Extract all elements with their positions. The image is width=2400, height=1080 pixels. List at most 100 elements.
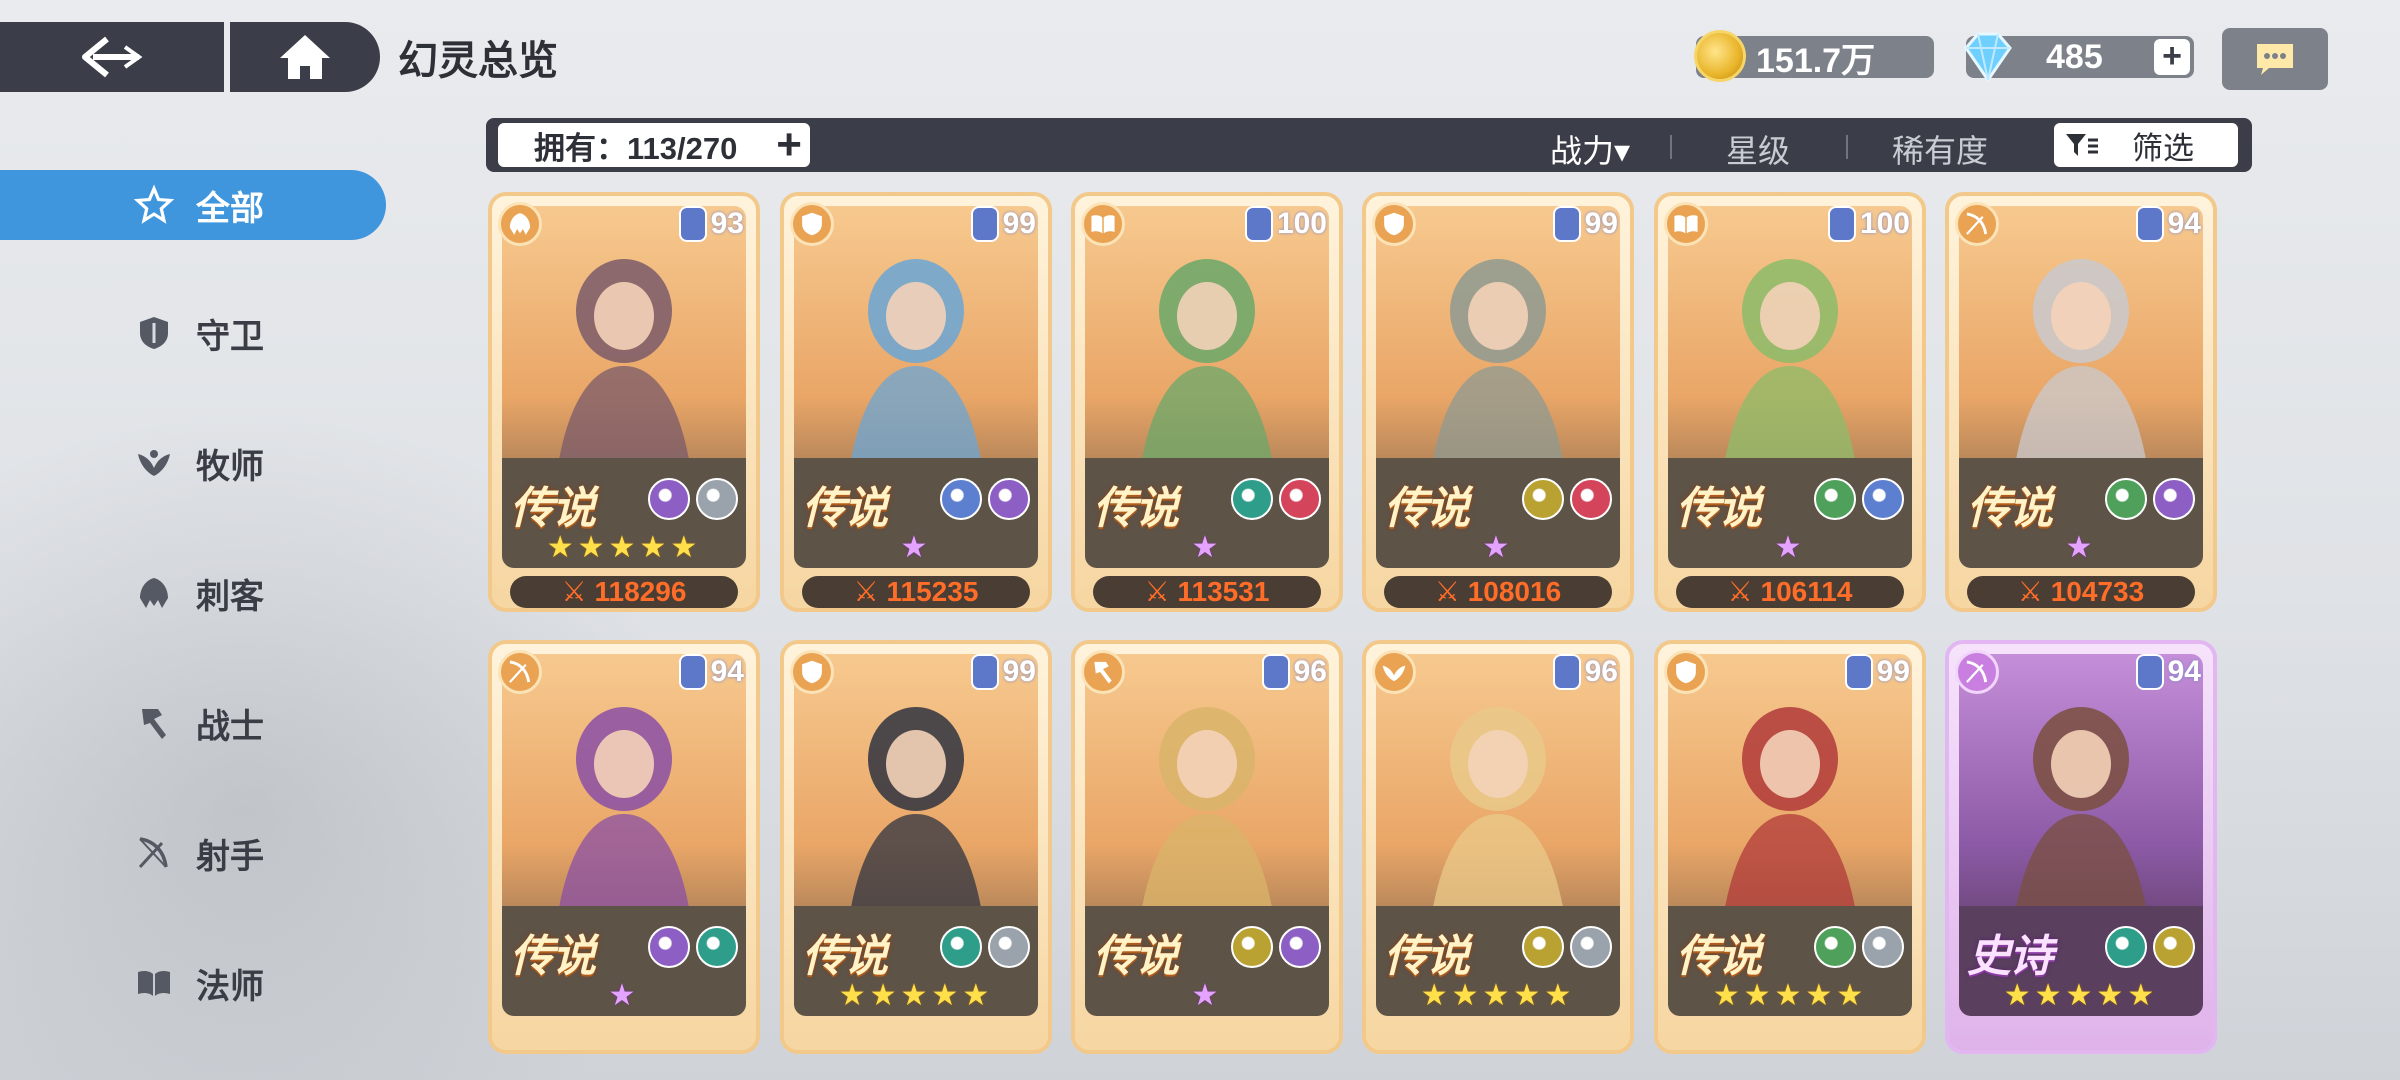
crossed-swords-icon: ⚔ [1144, 576, 1178, 607]
level-badge-icon [1261, 654, 1290, 690]
gem-icon [1964, 32, 2012, 83]
crossed-swords-icon: ⚔ [561, 576, 595, 607]
shield-icon [134, 313, 174, 353]
chat-button[interactable] [2222, 28, 2328, 90]
element-icon [1231, 478, 1273, 520]
character-card[interactable]: 99 传说 ★★★★★ [1654, 640, 1926, 1054]
element-icons [648, 926, 738, 968]
level-display: 96 [1552, 654, 1618, 690]
rarity-label: 传说 [1384, 484, 1470, 533]
character-card[interactable]: 99 传说 ★★★★★ [780, 640, 1052, 1054]
priest-icon [134, 443, 174, 483]
back-button[interactable] [0, 22, 224, 92]
archer-icon [498, 650, 542, 694]
add-slots-icon[interactable]: + [776, 123, 802, 167]
sidebar-item-label: 法师 [196, 967, 264, 1006]
rarity-label: 史诗 [1967, 932, 2053, 981]
sidebar-item-all[interactable]: 全部 [0, 170, 386, 240]
owned-count: 拥有：113/270 [534, 130, 738, 166]
shield-icon [790, 650, 834, 694]
level-display: 100 [1827, 206, 1910, 242]
level-value: 100 [1859, 207, 1910, 240]
archer-icon [1955, 202, 1999, 246]
divider [1670, 135, 1672, 159]
level-display: 100 [1244, 206, 1327, 242]
archer-icon [134, 833, 174, 873]
back-arrow-icon [82, 36, 143, 78]
character-card[interactable]: 96 传说 ★ [1071, 640, 1343, 1054]
sidebar-item-archer[interactable]: 射手 [0, 818, 386, 888]
character-card[interactable]: 93 传说 ★★★★★ ⚔ 118296 [488, 192, 760, 612]
sidebar-item-priest[interactable]: 牧师 [0, 428, 386, 498]
character-card[interactable]: 99 传说 ★ ⚔ 108016 [1362, 192, 1634, 612]
character-card[interactable]: 100 传说 ★ ⚔ 113531 [1071, 192, 1343, 612]
crossed-swords-icon: ⚔ [853, 576, 887, 607]
element-icons [1522, 478, 1612, 520]
home-icon [280, 35, 330, 79]
element-icons [940, 478, 1030, 520]
level-display: 99 [970, 206, 1036, 242]
star-rating: ★ [900, 531, 932, 564]
character-card[interactable]: 94 史诗 ★★★★★ [1945, 640, 2217, 1054]
rarity-label: 传说 [1676, 932, 1762, 981]
element-icon [2105, 926, 2147, 968]
sidebar-item-mage[interactable]: 法师 [0, 948, 386, 1018]
element-icon [696, 926, 738, 968]
element-icon [940, 926, 982, 968]
star-rating: ★ [1482, 531, 1514, 564]
level-badge-icon [970, 654, 999, 690]
filter-button[interactable]: 筛选 [2054, 123, 2238, 167]
rarity-label: 传说 [802, 484, 888, 533]
level-display: 99 [1844, 654, 1910, 690]
power-value: ⚔ 104733 [1967, 576, 2195, 608]
element-icon [2153, 926, 2195, 968]
character-card[interactable]: 96 传说 ★★★★★ [1362, 640, 1634, 1054]
add-gems-button[interactable]: + [2154, 39, 2190, 75]
character-card[interactable]: 94 传说 ★ ⚔ 104733 [1945, 192, 2217, 612]
rarity-label: 传说 [510, 932, 596, 981]
element-icon [1522, 926, 1564, 968]
sort-stars[interactable]: 星级 [1726, 126, 1790, 172]
rarity-label: 传说 [1093, 932, 1179, 981]
element-icon [1279, 926, 1321, 968]
level-display: 99 [1552, 206, 1618, 242]
character-card[interactable]: 100 传说 ★ ⚔ 106114 [1654, 192, 1926, 612]
star-rating: ★ [608, 979, 640, 1012]
page-title: 幻灵总览 [398, 39, 558, 83]
level-badge-icon [2135, 206, 2164, 242]
element-icon [648, 926, 690, 968]
character-card[interactable]: 99 传说 ★ ⚔ 115235 [780, 192, 1052, 612]
level-badge-icon [970, 206, 999, 242]
element-icon [1570, 926, 1612, 968]
owned-count-box[interactable]: 拥有：113/270 + [498, 123, 810, 167]
home-button[interactable] [230, 22, 380, 92]
gold-amount: 151.7万 [1756, 41, 1876, 80]
warrior-icon [1081, 650, 1125, 694]
level-display: 94 [2135, 206, 2201, 242]
crossed-swords-icon: ⚔ [1727, 576, 1761, 607]
level-badge-icon [1827, 206, 1856, 242]
assassin-icon [134, 573, 174, 613]
element-icon [940, 478, 982, 520]
sidebar-item-warrior[interactable]: 战士 [0, 688, 386, 758]
power-value: ⚔ 118296 [510, 576, 738, 608]
level-badge-icon [1844, 654, 1873, 690]
sort-rarity[interactable]: 稀有度 [1892, 126, 1988, 172]
assassin-icon [498, 202, 542, 246]
star-rating: ★★★★★ [1712, 979, 1868, 1012]
sort-toolbar: 拥有：113/270 + 战力▾ 星级 稀有度 筛选 [486, 118, 2252, 172]
rarity-label: 传说 [510, 484, 596, 533]
gold-display: 151.7万 [1694, 30, 1934, 82]
element-icon [2105, 478, 2147, 520]
sidebar-item-guardian[interactable]: 守卫 [0, 298, 386, 368]
element-icons [940, 926, 1030, 968]
level-badge-icon [678, 206, 707, 242]
sidebar-item-assassin[interactable]: 刺客 [0, 558, 386, 628]
all-icon [134, 184, 174, 225]
sort-power[interactable]: 战力▾ [1550, 126, 1630, 172]
star-rating: ★★★★★ [546, 531, 702, 564]
power-value: ⚔ 106114 [1676, 576, 1904, 608]
level-value: 96 [1584, 655, 1618, 688]
book-icon [1081, 202, 1125, 246]
character-card[interactable]: 94 传说 ★ [488, 640, 760, 1054]
